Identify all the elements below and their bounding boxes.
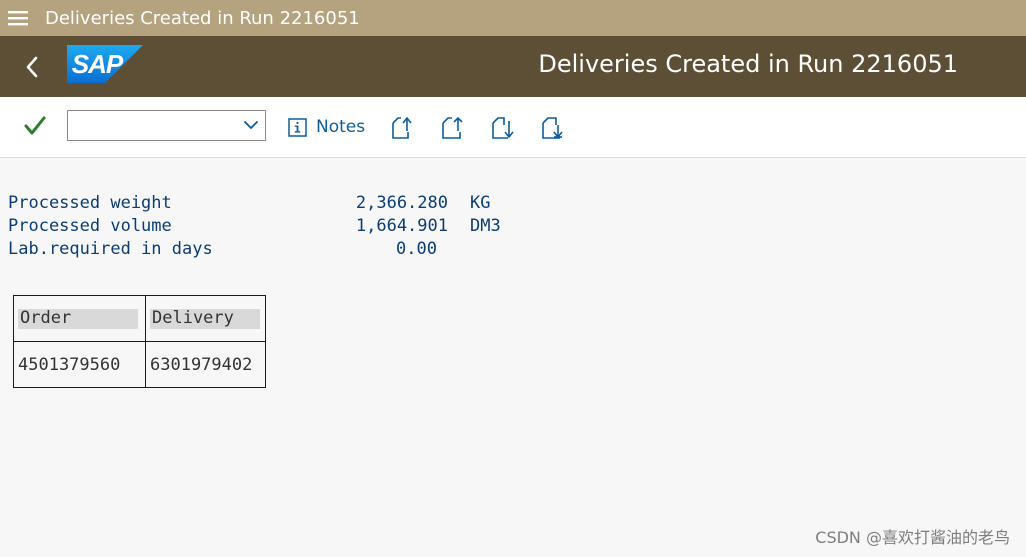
- summary-row-lab-days: Lab.required in days 0.00: [8, 239, 528, 262]
- title-bar: Deliveries Created in Run 2216051: [0, 0, 1026, 36]
- chevron-down-icon: [244, 121, 258, 129]
- deliveries-table: Order Delivery 4501379560 6301979402: [13, 295, 266, 388]
- import-down-icon: [492, 117, 514, 139]
- import-down-alt-button[interactable]: [540, 115, 566, 141]
- summary-label: Processed volume: [8, 216, 172, 236]
- page-title: Deliveries Created in Run 2216051: [538, 50, 958, 78]
- shell-bar: SAP Deliveries Created in Run 2216051: [0, 36, 1026, 97]
- order-cell[interactable]: 4501379560: [13, 341, 146, 388]
- summary-value: 2,366.280: [355, 193, 448, 213]
- logo-text: SAP: [71, 49, 123, 79]
- export-up-icon: [392, 116, 412, 139]
- notes-button[interactable]: Notes: [288, 115, 365, 139]
- summary-row-weight: Processed weight 2,366.280 KG: [8, 193, 528, 216]
- chevron-left-icon: [26, 56, 38, 78]
- delivery-cell[interactable]: 6301979402: [145, 341, 266, 388]
- import-down-button[interactable]: [490, 115, 516, 141]
- hamburger-menu-icon[interactable]: [0, 0, 36, 36]
- sap-logo: SAP: [67, 45, 143, 83]
- export-up-button[interactable]: [390, 115, 416, 141]
- export-up-alt-icon: [442, 116, 463, 139]
- column-header-order: Order: [13, 295, 146, 342]
- summary-row-volume: Processed volume 1,664.901 DM3: [8, 216, 528, 239]
- summary-label: Processed weight: [8, 193, 172, 213]
- summary-value: 0.00: [396, 239, 437, 259]
- command-dropdown[interactable]: [67, 110, 266, 141]
- summary-label: Lab.required in days: [8, 239, 213, 259]
- summary-value: 1,664.901: [355, 216, 448, 236]
- summary-unit: KG: [470, 193, 491, 213]
- back-button[interactable]: [18, 52, 46, 82]
- notes-label: Notes: [316, 117, 366, 137]
- column-header-delivery: Delivery: [145, 295, 266, 342]
- application-toolbar: Notes: [0, 97, 1026, 158]
- table-header-row: Order Delivery: [13, 295, 266, 342]
- confirm-button[interactable]: [22, 113, 48, 139]
- watermark-text: CSDN @喜欢打酱油的老鸟: [815, 528, 1010, 547]
- table-row[interactable]: 4501379560 6301979402: [13, 341, 266, 388]
- list-output: Processed weight 2,366.280 KG Processed …: [0, 158, 1026, 557]
- import-down-alt-icon: [542, 117, 563, 139]
- export-up-alt-button[interactable]: [440, 115, 466, 141]
- checkmark-icon: [24, 116, 46, 135]
- summary-unit: DM3: [470, 216, 501, 236]
- window-title: Deliveries Created in Run 2216051: [45, 7, 360, 29]
- info-icon: [288, 117, 307, 137]
